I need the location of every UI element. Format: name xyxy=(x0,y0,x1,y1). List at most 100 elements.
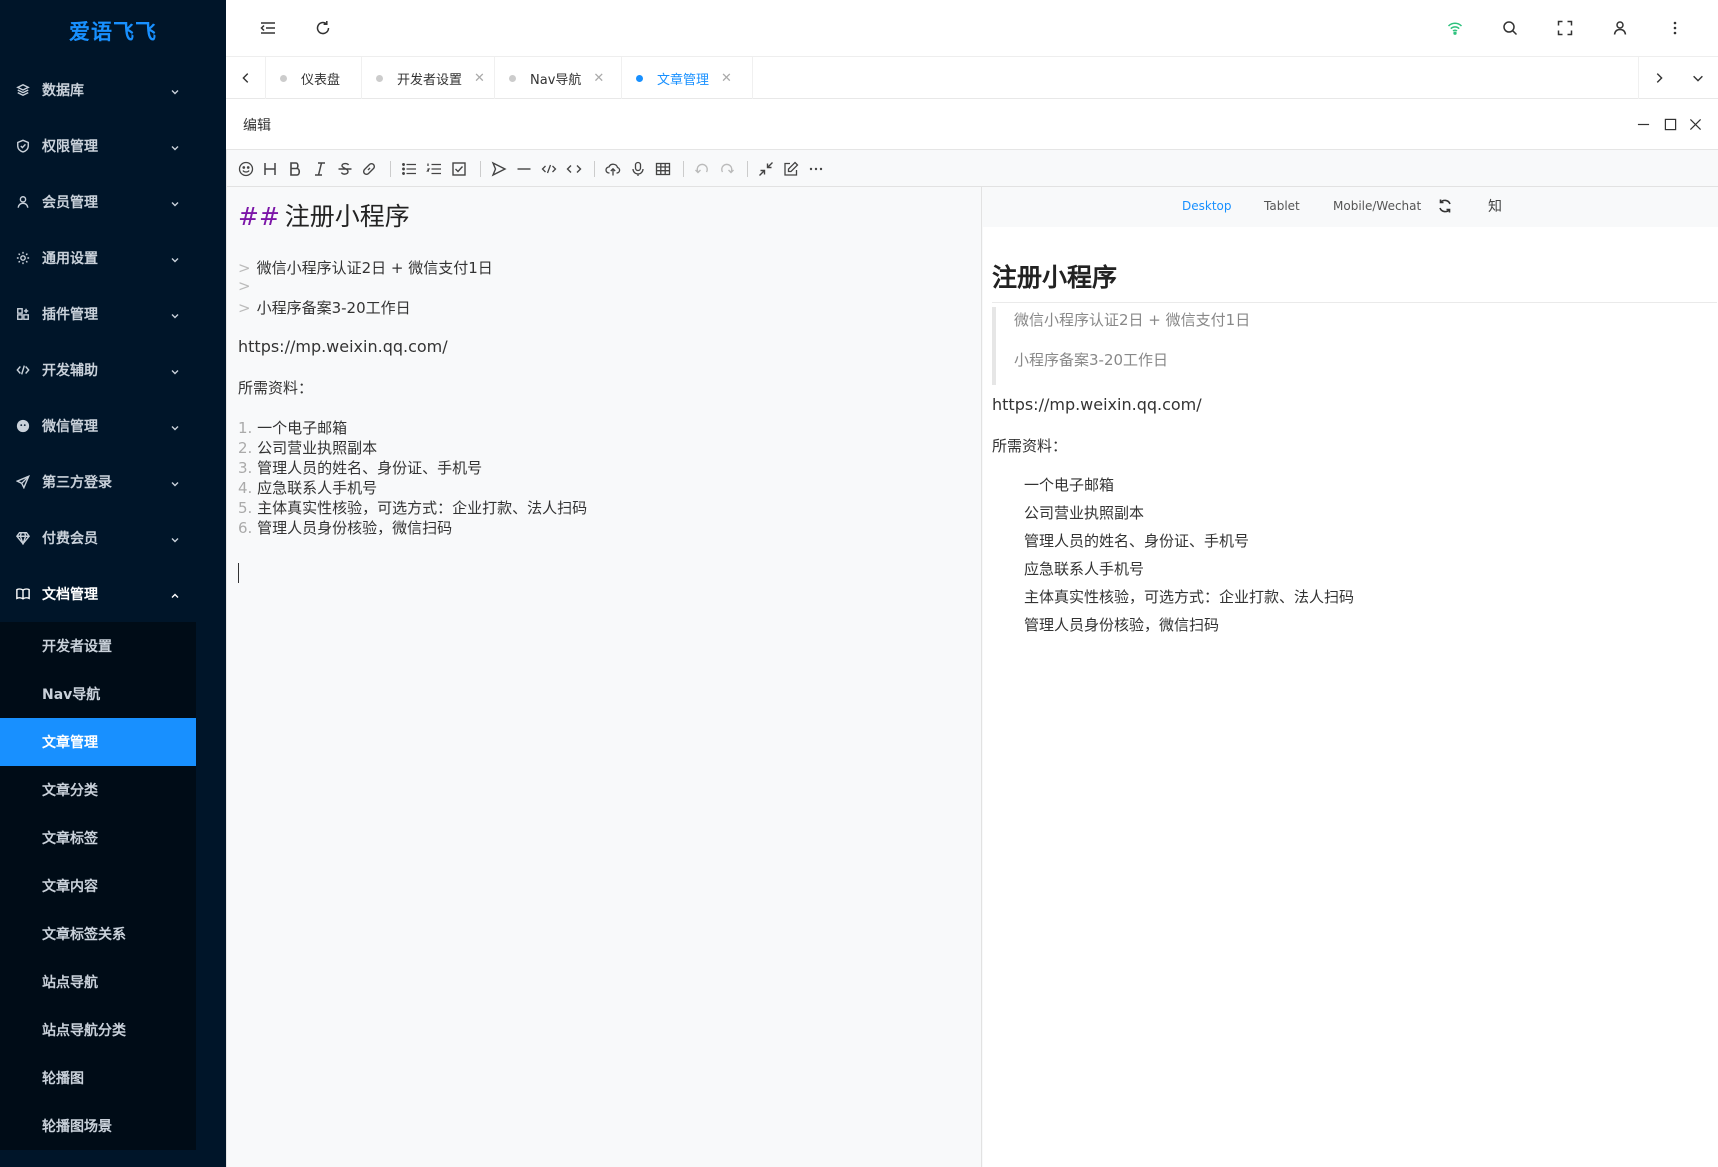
horizontal-rule-icon[interactable] xyxy=(515,160,533,178)
refresh-icon[interactable] xyxy=(313,18,333,38)
sidebar-subitem-article-tag-relations[interactable]: 文章标签关系 xyxy=(0,910,196,958)
markdown-preview-pane: Desktop Tablet Mobile/Wechat 知 注册小程序 微信小… xyxy=(983,187,1718,1167)
diamond-icon xyxy=(16,531,30,545)
sidebar-subitem-site-nav-category[interactable]: 站点导航分类 xyxy=(0,1006,196,1054)
collapse-icon[interactable] xyxy=(757,160,775,178)
tab-status-dot xyxy=(636,74,643,82)
tab-dropdown-icon[interactable] xyxy=(1678,57,1718,99)
more-vertical-icon[interactable] xyxy=(1665,18,1685,38)
italic-icon[interactable] xyxy=(311,160,329,178)
preview-quote-line: 微信小程序认证2日 + 微信支付1日 xyxy=(1014,311,1251,329)
close-icon[interactable]: ✕ xyxy=(593,71,604,86)
emoji-icon[interactable] xyxy=(237,160,255,178)
preview-url[interactable]: https://mp.weixin.qq.com/ xyxy=(992,395,1202,414)
sidebar-subitem-article-management[interactable]: 文章管理 xyxy=(0,718,196,766)
app-logo[interactable]: 爱语飞飞 xyxy=(0,0,226,62)
sidebar-item-label: 会员管理 xyxy=(42,195,98,211)
preview-mode-desktop[interactable]: Desktop xyxy=(1182,199,1232,213)
source-quote-line: > 微信小程序认证2日 + 微信支付1日 xyxy=(238,257,493,278)
sidebar-subitem-site-nav[interactable]: 站点导航 xyxy=(0,958,196,1006)
tab-scroll-right-icon[interactable] xyxy=(1638,57,1678,99)
chevron-down-icon xyxy=(170,533,179,543)
edit-mode-icon[interactable] xyxy=(782,160,800,178)
code-block-icon[interactable] xyxy=(565,160,583,178)
sidebar-item-wechat[interactable]: 微信管理 xyxy=(0,398,226,454)
markdown-source-pane[interactable]: ## 注册小程序 > 微信小程序认证2日 + 微信支付1日 > > 小程序备案3-2… xyxy=(227,187,982,1167)
sidebar-subitem-carousel[interactable]: 轮播图 xyxy=(0,1054,196,1102)
sidebar-item-third-party-login[interactable]: 第三方登录 xyxy=(0,454,226,510)
bold-icon[interactable] xyxy=(286,160,304,178)
user-icon[interactable] xyxy=(1610,18,1630,38)
chevron-down-icon xyxy=(170,141,179,151)
upload-icon[interactable] xyxy=(604,160,622,178)
quote-icon[interactable] xyxy=(490,160,508,178)
strikethrough-icon[interactable] xyxy=(336,160,354,178)
menu-fold-icon[interactable] xyxy=(258,18,278,38)
maximize-icon[interactable] xyxy=(1662,116,1678,132)
sidebar-subitem-article-category[interactable]: 文章分类 xyxy=(0,766,196,814)
search-icon[interactable] xyxy=(1500,18,1520,38)
ordered-list-icon[interactable] xyxy=(425,160,443,178)
chevron-down-icon xyxy=(170,197,179,207)
close-icon[interactable] xyxy=(1687,116,1703,132)
sidebar-item-general-settings[interactable]: 通用设置 xyxy=(0,230,226,286)
redo-icon[interactable] xyxy=(718,160,736,178)
inline-code-icon[interactable] xyxy=(540,160,558,178)
heading-icon[interactable] xyxy=(261,160,279,178)
sidebar-item-paid-members[interactable]: 付费会员 xyxy=(0,510,226,566)
minimize-icon[interactable] xyxy=(1635,116,1651,132)
tab-dashboard[interactable]: 仪表盘 xyxy=(266,57,362,99)
link-icon[interactable] xyxy=(360,160,378,178)
source-quote-text: 小程序备案3-20工作日 xyxy=(256,299,411,317)
preview-mode-tablet[interactable]: Tablet xyxy=(1264,199,1300,213)
tab-article-management[interactable]: 文章管理 ✕ xyxy=(622,57,753,99)
tab-status-dot xyxy=(376,74,383,82)
toolbar-divider xyxy=(480,161,481,177)
sidebar-item-plugins[interactable]: 插件管理 xyxy=(0,286,226,342)
microphone-icon[interactable] xyxy=(629,160,647,178)
zhi-icon[interactable]: 知 xyxy=(1486,197,1504,215)
chevron-up-icon xyxy=(170,589,179,598)
sidebar-item-dev-assist[interactable]: 开发辅助 xyxy=(0,342,226,398)
tab-developer-settings[interactable]: 开发者设置 ✕ xyxy=(362,57,495,99)
checklist-icon[interactable] xyxy=(450,160,468,178)
sidebar-item-label: 付费会员 xyxy=(42,531,98,547)
table-icon[interactable] xyxy=(654,160,672,178)
bullet-list-icon[interactable] xyxy=(400,160,418,178)
tab-status-dot xyxy=(509,74,516,82)
chevron-down-icon xyxy=(170,421,179,431)
sidebar-subitem-carousel-scene[interactable]: 轮播图场景 xyxy=(0,1102,196,1150)
sidebar-item-docs[interactable]: 文档管理 xyxy=(0,566,226,622)
markdown-editor: ## 注册小程序 > 微信小程序认证2日 + 微信支付1日 > > 小程序备案3-2… xyxy=(226,150,1718,1167)
preview-blockquote: 微信小程序认证2日 + 微信支付1日 小程序备案3-20工作日 xyxy=(992,307,1717,385)
sidebar-item-database[interactable]: 数据库 xyxy=(0,62,226,118)
sidebar-item-label: 开发辅助 xyxy=(42,363,98,379)
sync-icon[interactable] xyxy=(1436,197,1454,215)
sidebar-subitem-developer-settings[interactable]: 开发者设置 xyxy=(0,622,196,670)
preview-list-item: 一个电子邮箱 xyxy=(1024,476,1115,494)
wifi-icon xyxy=(1445,18,1465,38)
gear-icon xyxy=(16,251,30,265)
close-icon[interactable]: ✕ xyxy=(721,71,732,86)
sidebar-item-members[interactable]: 会员管理 xyxy=(0,174,226,230)
user-icon xyxy=(16,195,30,209)
undo-icon[interactable] xyxy=(693,160,711,178)
tab-scroll-left-icon[interactable] xyxy=(226,57,266,99)
sidebar-subitem-article-tags[interactable]: 文章标签 xyxy=(0,814,196,862)
toolbar-divider xyxy=(390,161,391,177)
fullscreen-icon[interactable] xyxy=(1555,18,1575,38)
preview-mode-mobile[interactable]: Mobile/Wechat xyxy=(1333,199,1421,213)
sidebar-subitem-article-content[interactable]: 文章内容 xyxy=(0,862,196,910)
preview-heading: 注册小程序 xyxy=(992,258,1717,303)
sidebar-item-permissions[interactable]: 权限管理 xyxy=(0,118,226,174)
send-icon xyxy=(16,475,30,489)
sidebar-subitem-nav[interactable]: Nav导航 xyxy=(0,670,196,718)
source-list-item: 6. 管理人员身份核验，微信扫码 xyxy=(238,519,453,537)
tab-label: 仪表盘 xyxy=(301,72,341,88)
preview-list-item: 应急联系人手机号 xyxy=(1024,560,1145,578)
tab-nav[interactable]: Nav导航 ✕ xyxy=(495,57,622,99)
more-horizontal-icon[interactable] xyxy=(807,160,825,178)
tab-bar: 仪表盘 开发者设置 ✕ Nav导航 ✕ 文章管理 ✕ xyxy=(226,57,1718,99)
source-url: https://mp.weixin.qq.com/ xyxy=(238,337,448,356)
close-icon[interactable]: ✕ xyxy=(474,71,485,86)
